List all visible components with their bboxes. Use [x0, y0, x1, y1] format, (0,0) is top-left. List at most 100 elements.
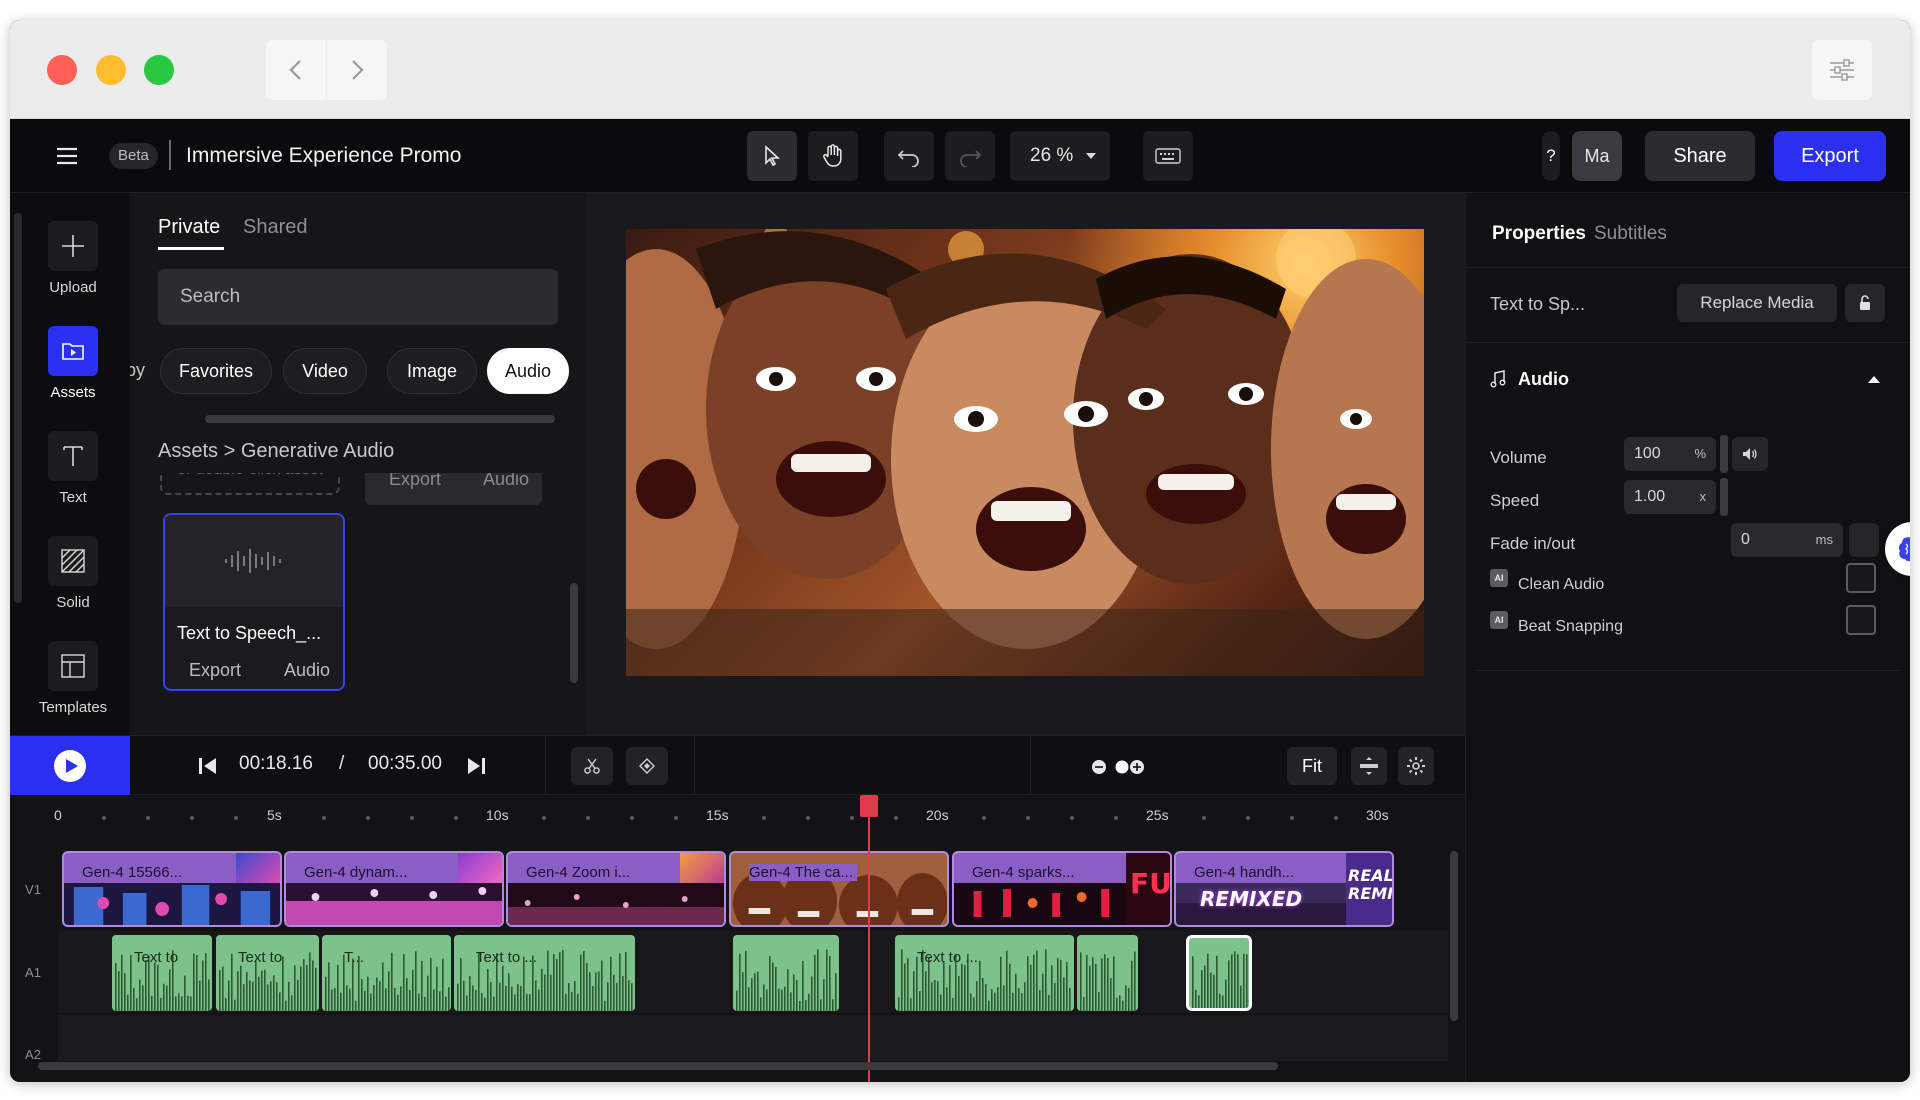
audio-clip[interactable]: Text to	[216, 935, 319, 1011]
keyframe-button[interactable]	[626, 747, 668, 785]
avatar[interactable]: Ma	[1572, 131, 1622, 181]
select-tool-button[interactable]	[747, 131, 797, 181]
ghost-asset-card[interactable]: Export Audio	[365, 473, 542, 505]
lock-button[interactable]	[1845, 284, 1885, 322]
timeline-settings-button[interactable]	[1398, 747, 1434, 785]
video-clip-label: Gen-4 The ca...	[749, 864, 857, 881]
video-clip[interactable]: Gen-4 15566...	[62, 851, 282, 927]
time-separator: /	[339, 753, 345, 774]
split-button[interactable]	[571, 747, 613, 785]
audio-clip[interactable]: Text to ...	[454, 935, 635, 1011]
chip-clipped[interactable]: by	[130, 360, 145, 381]
beat-snapping-checkbox[interactable]	[1846, 605, 1876, 635]
rail-scrollbar[interactable]	[14, 213, 22, 603]
undo-button[interactable]	[884, 131, 934, 181]
mute-button[interactable]	[1732, 437, 1768, 471]
browser-settings-button[interactable]	[1812, 40, 1872, 100]
zoom-slider[interactable]	[1092, 759, 1144, 775]
rail-item-text[interactable]: Text	[38, 431, 108, 506]
video-clip[interactable]: REMIXED REALI REMIX Gen-4 handh...	[1174, 851, 1394, 927]
ruler-minor-tick	[674, 816, 678, 820]
audio-clip[interactable]: T...	[322, 935, 451, 1011]
tab-private[interactable]: Private	[158, 216, 220, 239]
audio-clip-label: Text to ...	[476, 949, 537, 966]
skip-end-icon[interactable]	[466, 757, 486, 775]
chip-image[interactable]: Image	[387, 348, 477, 394]
chip-audio[interactable]: Audio	[487, 348, 569, 394]
rail-label-solid: Solid	[56, 594, 90, 611]
video-clip[interactable]: Gen-4 Zoom i...	[506, 851, 726, 927]
replace-media-button[interactable]: Replace Media	[1677, 284, 1837, 322]
audio-section-title[interactable]: Audio	[1518, 369, 1569, 390]
audio-clip[interactable]: Text to ...	[895, 935, 1074, 1011]
search-input[interactable]: Search	[158, 269, 558, 325]
rail-item-solid[interactable]: Solid	[38, 536, 108, 611]
tab-shared[interactable]: Shared	[243, 216, 308, 239]
maximize-window-button[interactable]	[144, 55, 174, 85]
music-note-icon	[1490, 370, 1506, 388]
folder-play-icon	[48, 326, 98, 376]
chips-scrollbar[interactable]	[205, 415, 555, 423]
chip-video[interactable]: Video	[283, 348, 367, 394]
browser-back-button[interactable]	[266, 40, 326, 100]
skip-start-icon[interactable]	[198, 757, 218, 775]
speed-value: 1.00	[1634, 488, 1666, 505]
share-button[interactable]: Share	[1645, 131, 1755, 181]
menu-icon[interactable]	[55, 144, 79, 168]
audio-clip[interactable]: Text to	[112, 935, 212, 1011]
clean-audio-checkbox[interactable]	[1846, 563, 1876, 593]
collapse-caret-icon[interactable]	[1868, 376, 1880, 383]
time-ruler[interactable]: 0 5s 10s 15s 20s 25s 30s	[10, 795, 1465, 843]
volume-handle[interactable]	[1720, 435, 1728, 473]
video-clip[interactable]: FU Gen-4 sparks...	[952, 851, 1172, 927]
speed-input[interactable]: 1.00 x	[1624, 480, 1716, 514]
fade-toggle-button[interactable]	[1849, 523, 1879, 557]
rail-item-templates[interactable]: Templates	[38, 641, 108, 727]
ruler-minor-tick	[850, 816, 854, 820]
fade-input[interactable]: 0 ms	[1731, 523, 1843, 557]
close-window-button[interactable]	[47, 55, 77, 85]
asset-export-action[interactable]: Export	[189, 660, 241, 681]
clip-thumbnail-corner: FU	[1126, 853, 1170, 925]
video-clip[interactable]: Gen-4 The ca...	[729, 851, 949, 927]
audio-clip[interactable]	[733, 935, 839, 1011]
chevron-left-icon	[289, 60, 301, 80]
fit-button[interactable]: Fit	[1287, 747, 1337, 785]
play-button[interactable]	[10, 736, 130, 796]
playhead[interactable]	[868, 795, 870, 1082]
chip-favorites[interactable]: Favorites	[160, 348, 272, 394]
tab-properties[interactable]: Properties	[1492, 223, 1586, 245]
tab-subtitles[interactable]: Subtitles	[1594, 223, 1667, 245]
audio-clip[interactable]	[1077, 935, 1138, 1011]
volume-label: Volume	[1490, 448, 1547, 467]
asset-card-tts[interactable]: Text to Speech_... Export Audio	[163, 513, 345, 691]
video-clip-label: Gen-4 15566...	[82, 864, 183, 881]
video-clip[interactable]: Gen-4 dynam...	[284, 851, 504, 927]
timeline-vertical-scrollbar[interactable]	[1450, 851, 1458, 1021]
track-label-a2: A2	[25, 1047, 41, 1062]
redo-button[interactable]	[945, 131, 995, 181]
zoom-dropdown[interactable]: 26 %	[1010, 131, 1110, 181]
thumb-text: REALI REMIX	[1348, 866, 1392, 903]
rail-item-upload[interactable]: Upload	[38, 221, 108, 296]
hand-tool-button[interactable]	[808, 131, 858, 181]
track-height-button[interactable]	[1351, 747, 1387, 785]
speed-handle[interactable]	[1720, 478, 1728, 516]
timeline-horizontal-scrollbar[interactable]	[38, 1062, 1278, 1070]
project-title[interactable]: Immersive Experience Promo	[186, 141, 461, 171]
keyboard-shortcuts-button[interactable]	[1143, 131, 1193, 181]
export-button[interactable]: Export	[1774, 131, 1886, 181]
track-a2[interactable]	[58, 1015, 1448, 1061]
waveform	[115, 950, 210, 1011]
help-button[interactable]: ?	[1542, 131, 1560, 181]
properties-panel: Properties Subtitles Text to Sp... Repla…	[1465, 193, 1910, 1082]
rail-item-assets[interactable]: Assets	[38, 326, 108, 401]
minimize-window-button[interactable]	[96, 55, 126, 85]
volume-input[interactable]: 100 %	[1624, 437, 1716, 471]
browser-forward-button[interactable]	[327, 40, 387, 100]
assets-scrollbar[interactable]	[570, 493, 578, 733]
solid-icon	[48, 536, 98, 586]
audio-clip-selected[interactable]	[1186, 935, 1252, 1011]
video-preview[interactable]	[626, 229, 1424, 676]
ruler-minor-tick	[630, 816, 634, 820]
